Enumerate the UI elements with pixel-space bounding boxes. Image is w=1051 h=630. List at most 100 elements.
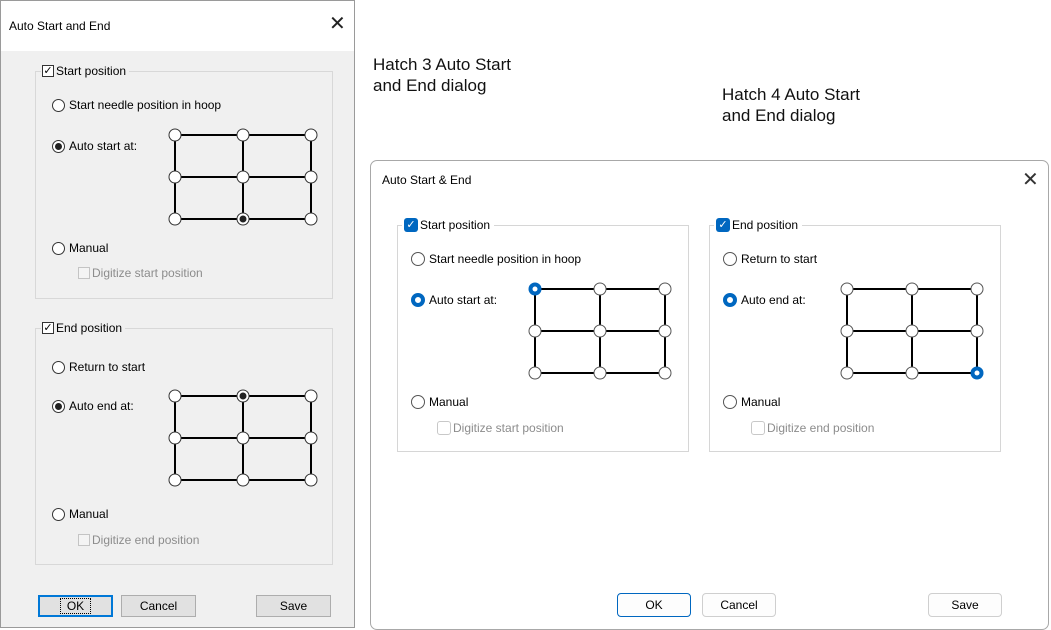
hatch4-dialog: Auto Start & End ✕ ✓ Start position Star… bbox=[370, 160, 1049, 630]
grid-point-radio[interactable] bbox=[236, 389, 250, 403]
hatch3-opt-hoop[interactable]: Start needle position in hoop bbox=[52, 98, 221, 112]
hatch3-start-checkbox[interactable]: ✓ bbox=[42, 65, 54, 77]
radio-icon[interactable] bbox=[411, 293, 425, 307]
grid-point-radio[interactable] bbox=[970, 282, 984, 296]
radio-icon[interactable] bbox=[723, 395, 737, 409]
grid-point-radio[interactable] bbox=[304, 128, 318, 142]
grid-point-radio[interactable] bbox=[840, 366, 854, 380]
radio-icon[interactable] bbox=[52, 98, 65, 112]
radio-icon[interactable] bbox=[411, 252, 425, 266]
grid-point-radio[interactable] bbox=[905, 366, 919, 380]
hatch4-opt-hoop[interactable]: Start needle position in hoop bbox=[411, 252, 581, 266]
hatch3-cancel-button[interactable]: Cancel bbox=[121, 595, 196, 617]
hatch3-save-button[interactable]: Save bbox=[256, 595, 331, 617]
grid-point-radio[interactable] bbox=[905, 324, 919, 338]
grid-point-radio[interactable] bbox=[840, 324, 854, 338]
hatch3-end-point-grid[interactable] bbox=[168, 389, 318, 487]
hatch4-end-checkbox[interactable]: ✓ bbox=[716, 218, 730, 232]
hatch3-dialog-title: Auto Start and End bbox=[9, 19, 111, 33]
grid-point-radio[interactable] bbox=[236, 170, 250, 184]
radio-icon[interactable] bbox=[52, 139, 65, 153]
hatch4-opt-auto-end[interactable]: Auto end at: bbox=[723, 293, 806, 307]
grid-point-radio[interactable] bbox=[304, 431, 318, 445]
close-icon[interactable]: ✕ bbox=[329, 11, 346, 36]
hatch3-digitize-start[interactable]: Digitize start position bbox=[78, 266, 203, 280]
hatch4-opt-manual[interactable]: Manual bbox=[411, 395, 468, 409]
hatch3-opt-manual-end[interactable]: Manual bbox=[52, 507, 108, 521]
grid-point-radio[interactable] bbox=[528, 366, 542, 380]
checkbox-icon[interactable] bbox=[78, 534, 90, 546]
close-icon[interactable]: ✕ bbox=[1022, 167, 1039, 192]
hatch3-opt-auto-start-label: Auto start at: bbox=[69, 139, 138, 153]
grid-point-radio[interactable] bbox=[304, 170, 318, 184]
grid-point-radio[interactable] bbox=[905, 282, 919, 296]
checkbox-icon[interactable] bbox=[78, 267, 90, 279]
hatch3-opt-return[interactable]: Return to start bbox=[52, 360, 145, 374]
hatch3-opt-return-label: Return to start bbox=[69, 360, 146, 374]
hatch3-opt-manual[interactable]: Manual bbox=[52, 241, 108, 255]
grid-point-radio[interactable] bbox=[593, 366, 607, 380]
grid-point-radio[interactable] bbox=[840, 282, 854, 296]
hatch4-end-label: End position bbox=[732, 218, 799, 232]
grid-point-radio[interactable] bbox=[970, 366, 984, 380]
radio-icon[interactable] bbox=[411, 395, 425, 409]
hatch3-end-checkbox[interactable]: ✓ bbox=[42, 322, 54, 334]
checkbox-icon[interactable] bbox=[437, 421, 451, 435]
hatch4-cancel-button[interactable]: Cancel bbox=[702, 593, 776, 617]
hatch3-ok-button[interactable]: OK bbox=[38, 595, 113, 617]
hatch3-end-label: End position bbox=[56, 321, 123, 335]
grid-point-radio[interactable] bbox=[236, 212, 250, 226]
hatch3-start-point-grid[interactable] bbox=[168, 128, 318, 226]
radio-icon[interactable] bbox=[723, 293, 737, 307]
hatch4-opt-auto-end-label: Auto end at: bbox=[741, 293, 806, 307]
hatch3-digitize-end[interactable]: Digitize end position bbox=[78, 533, 199, 547]
hatch3-opt-hoop-label: Start needle position in hoop bbox=[69, 98, 222, 112]
hatch3-opt-auto-start[interactable]: Auto start at: bbox=[52, 139, 137, 153]
hatch4-digitize-end[interactable]: Digitize end position bbox=[751, 421, 874, 435]
hatch4-start-label: Start position bbox=[420, 218, 491, 232]
grid-point-radio[interactable] bbox=[168, 389, 182, 403]
hatch4-opt-auto-start[interactable]: Auto start at: bbox=[411, 293, 497, 307]
grid-point-radio[interactable] bbox=[236, 473, 250, 487]
grid-point-radio[interactable] bbox=[658, 282, 672, 296]
grid-point-radio[interactable] bbox=[236, 431, 250, 445]
hatch4-start-checkbox[interactable]: ✓ bbox=[404, 218, 418, 232]
radio-icon[interactable] bbox=[52, 360, 65, 374]
hatch4-end-legend[interactable]: ✓ End position bbox=[714, 217, 803, 233]
grid-point-radio[interactable] bbox=[304, 389, 318, 403]
hatch4-save-button[interactable]: Save bbox=[928, 593, 1002, 617]
grid-point-radio[interactable] bbox=[168, 170, 182, 184]
grid-point-radio[interactable] bbox=[168, 473, 182, 487]
hatch4-digitize-start[interactable]: Digitize start position bbox=[437, 421, 564, 435]
hatch4-opt-manual-end[interactable]: Manual bbox=[723, 395, 780, 409]
grid-point-radio[interactable] bbox=[970, 324, 984, 338]
grid-point-radio[interactable] bbox=[658, 324, 672, 338]
grid-point-radio[interactable] bbox=[528, 324, 542, 338]
grid-point-radio[interactable] bbox=[168, 431, 182, 445]
hatch3-end-legend[interactable]: ✓ End position bbox=[41, 320, 126, 336]
hatch4-start-point-grid[interactable] bbox=[528, 282, 672, 380]
hatch4-ok-button[interactable]: OK bbox=[617, 593, 691, 617]
grid-point-radio[interactable] bbox=[658, 366, 672, 380]
grid-point-radio[interactable] bbox=[168, 128, 182, 142]
grid-point-radio[interactable] bbox=[236, 128, 250, 142]
hatch3-opt-manual-label: Manual bbox=[69, 241, 109, 255]
grid-point-radio[interactable] bbox=[168, 212, 182, 226]
hatch4-opt-return[interactable]: Return to start bbox=[723, 252, 817, 266]
hatch3-start-legend[interactable]: ✓ Start position bbox=[41, 63, 130, 79]
hatch4-digitize-start-label: Digitize start position bbox=[453, 421, 564, 435]
radio-icon[interactable] bbox=[52, 399, 65, 413]
radio-icon[interactable] bbox=[52, 507, 65, 521]
hatch4-start-legend[interactable]: ✓ Start position bbox=[402, 217, 495, 233]
radio-icon[interactable] bbox=[723, 252, 737, 266]
radio-icon[interactable] bbox=[52, 241, 65, 255]
grid-point-radio[interactable] bbox=[304, 473, 318, 487]
hatch4-end-point-grid[interactable] bbox=[840, 282, 984, 380]
grid-point-radio[interactable] bbox=[304, 212, 318, 226]
hatch3-opt-auto-end[interactable]: Auto end at: bbox=[52, 399, 134, 413]
hatch3-caption-line1: Hatch 3 Auto Start bbox=[373, 55, 511, 74]
grid-point-radio[interactable] bbox=[593, 324, 607, 338]
grid-point-radio[interactable] bbox=[593, 282, 607, 296]
grid-point-radio[interactable] bbox=[528, 282, 542, 296]
checkbox-icon[interactable] bbox=[751, 421, 765, 435]
